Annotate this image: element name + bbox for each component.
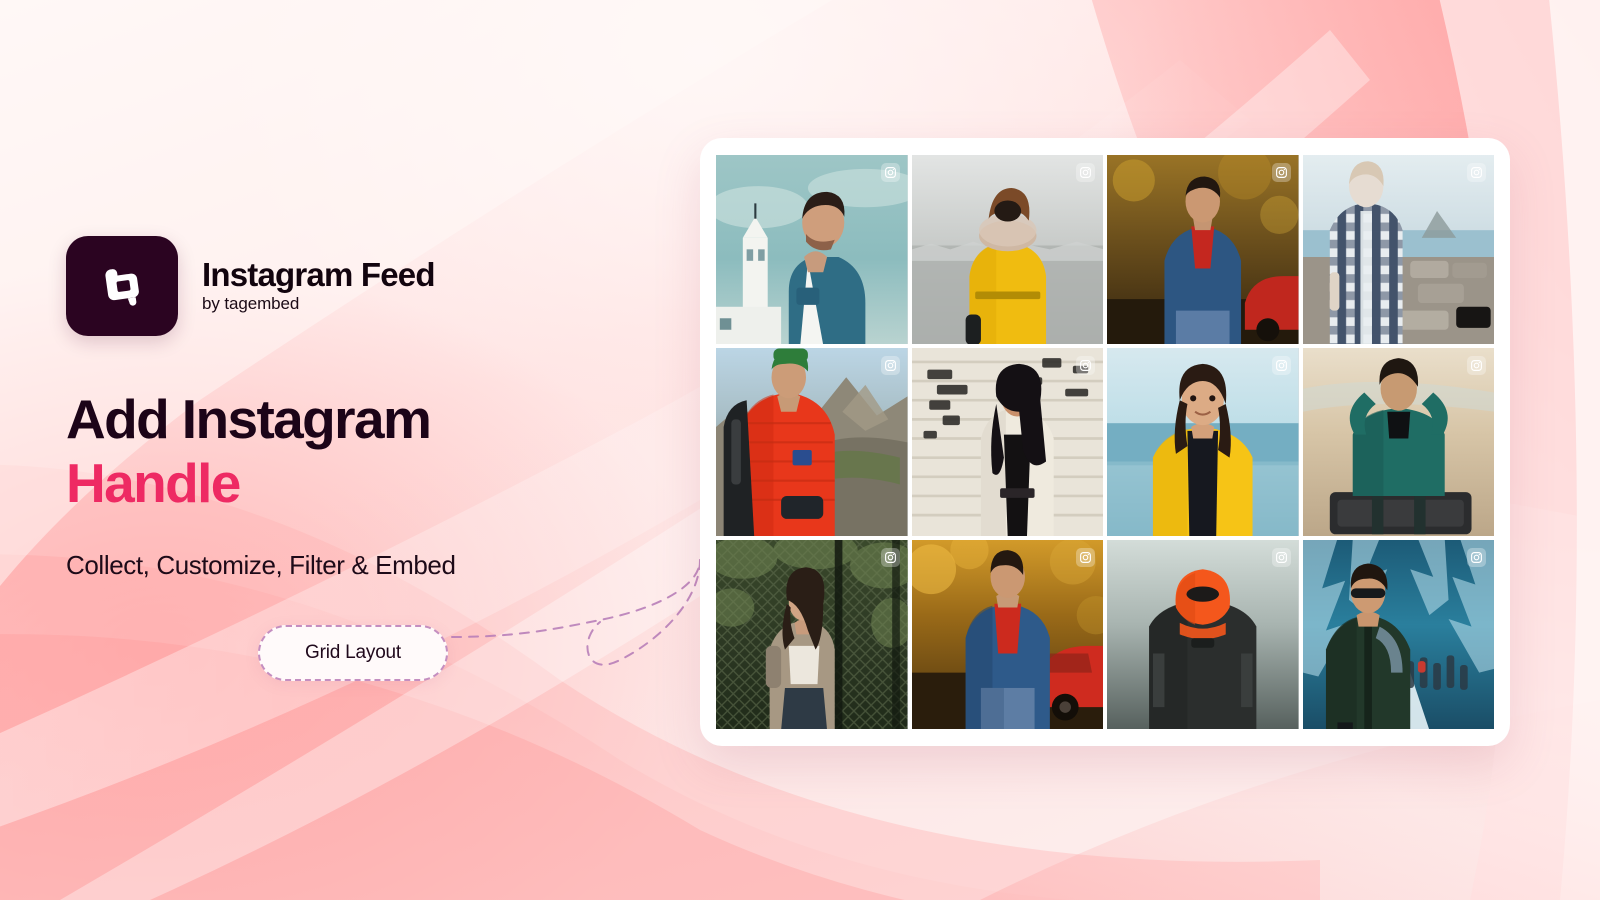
brand-row: Instagram Feed by tagembed (66, 236, 686, 336)
feed-tile[interactable]: Woman in checked coat by the sea (1302, 155, 1494, 344)
feed-tile[interactable]: Woman in cropped jacket by fence (716, 540, 908, 729)
app-subtitle: by tagembed (202, 294, 300, 314)
instagram-icon (1271, 355, 1291, 375)
tile-image (1302, 347, 1494, 537)
feed-tile[interactable]: Woman in cream puffer by shutter (911, 347, 1103, 537)
instagram-icon (1467, 548, 1486, 568)
hero-subheading: Collect, Customize, Filter & Embed (66, 549, 456, 580)
tile-image (911, 540, 1103, 729)
instagram-icon (880, 548, 900, 568)
hero-banner: Instagram Feed by tagembed Add Instagram… (0, 0, 1600, 900)
feed-tile[interactable]: Man in denim jacket and red hoodie by re… (1107, 155, 1299, 344)
feed-tile[interactable]: Man in denim jacket with red car (911, 540, 1103, 729)
feed-tile[interactable]: Hiker in red puffer jacket (716, 347, 908, 537)
tile-image (1107, 155, 1299, 344)
instagram-icon (1271, 548, 1291, 568)
tile-image (911, 347, 1103, 537)
instagram-icon (1076, 355, 1095, 375)
instagram-icon (880, 163, 900, 182)
instagram-icon (1271, 163, 1291, 182)
feed-tile[interactable]: Man in green parka in snowy forest (1302, 540, 1494, 729)
app-title: Instagram Feed (202, 255, 436, 293)
feed-tile[interactable]: Person in orange balaclava (1107, 540, 1299, 729)
feed-tile[interactable]: Man in teal jacket on beach (1302, 347, 1494, 537)
brand-text: Instagram Feed by tagembed (202, 255, 436, 315)
tile-image (1302, 155, 1494, 344)
feed-tile[interactable]: Woman in yellow parka facing lake (911, 155, 1103, 344)
hero-left-column: Instagram Feed by tagembed Add Instagram… (66, 236, 686, 681)
feed-grid: Man in denim jacket by white tower (716, 155, 1494, 729)
instagram-icon (1467, 163, 1486, 182)
tagembed-logo-icon (66, 236, 178, 336)
instagram-icon (1076, 163, 1095, 182)
tile-image (1302, 540, 1494, 729)
tile-image (911, 155, 1103, 344)
instagram-icon (880, 355, 900, 375)
cta-wrapper: Grid Layout (66, 624, 686, 681)
headline-line-1: Add Instagram (66, 388, 432, 450)
headline-line-2: Handle (66, 451, 241, 514)
instagram-feed-card: Man in denim jacket by white tower (700, 138, 1510, 746)
tile-image (1107, 540, 1299, 729)
instagram-icon (1467, 355, 1486, 375)
tile-image (716, 347, 908, 537)
feed-tile[interactable]: Woman in yellow hoodie at beach (1107, 347, 1299, 537)
page-title: Add Instagram Handle (66, 388, 686, 516)
tile-image (716, 155, 908, 344)
tile-image (716, 540, 908, 729)
feed-tile[interactable]: Man in denim jacket by white tower (716, 155, 908, 344)
grid-layout-button[interactable]: Grid Layout (258, 624, 448, 681)
tile-image (1107, 347, 1299, 537)
instagram-icon (1076, 548, 1095, 568)
